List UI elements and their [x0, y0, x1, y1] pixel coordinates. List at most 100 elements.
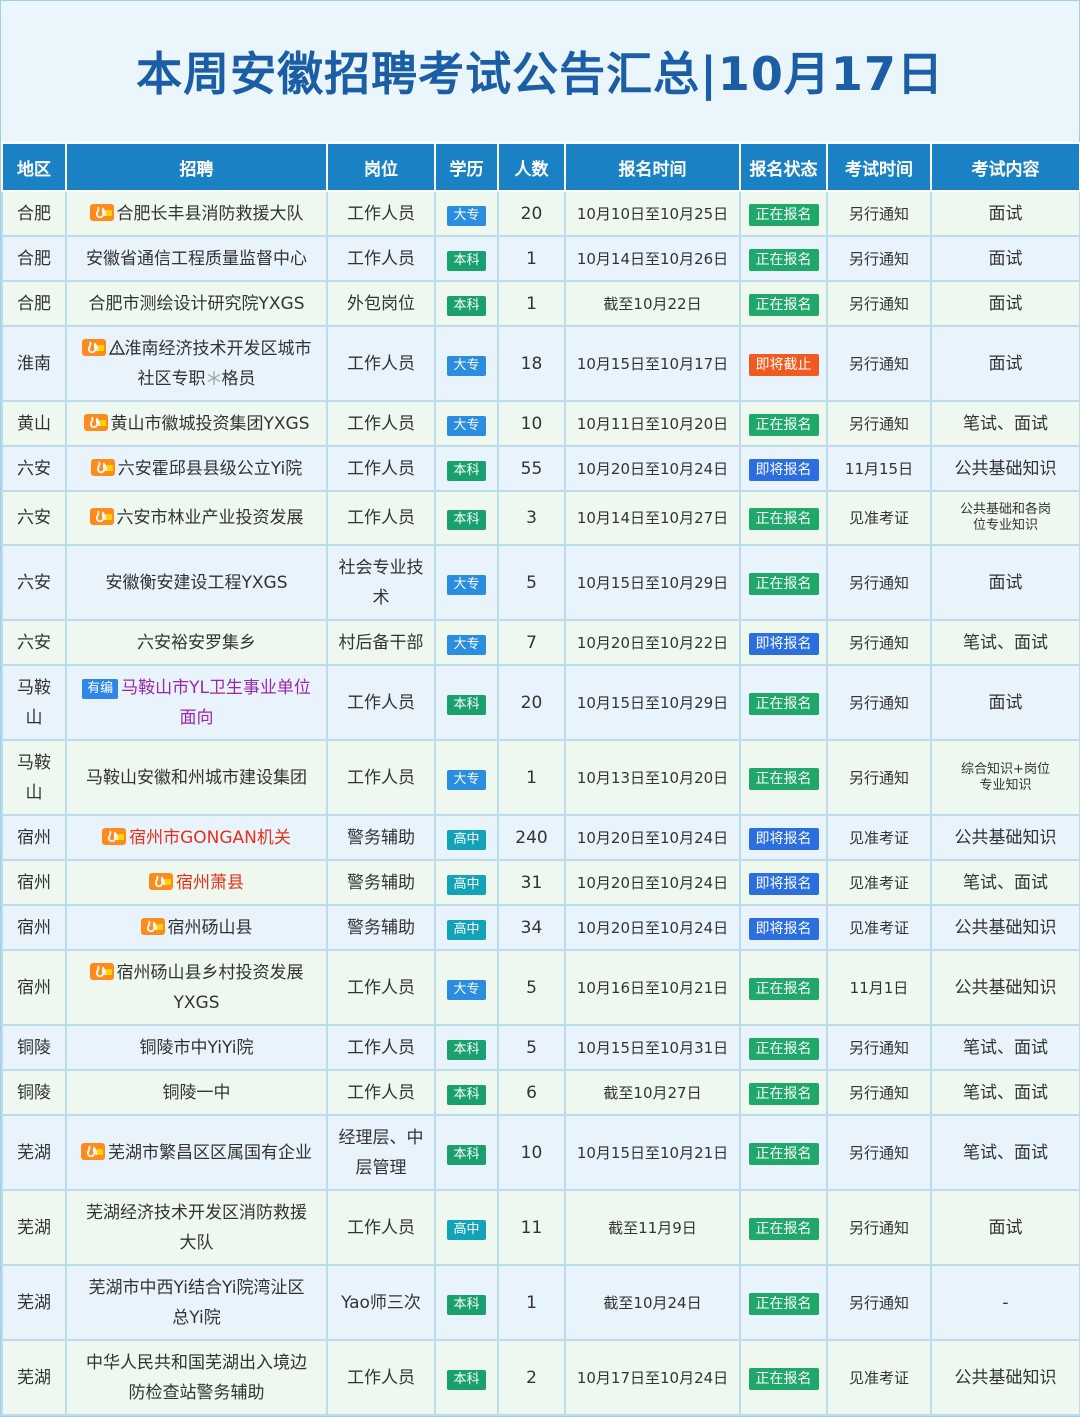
cell-count: 2: [497, 1339, 566, 1416]
cell-reg-time: 10月10日至10月25日: [564, 190, 741, 237]
table-header-row: 地区 招聘 岗位 学历 人数 报名时间 报名状态 考试时间 考试内容: [1, 142, 1080, 192]
cell-position: 工作人员: [326, 949, 436, 1026]
cell-reg-time: 10月20日至10月24日: [564, 445, 741, 492]
recruit-name: 中华人民共和国芜湖出入境边: [86, 1352, 307, 1373]
region-text: 宿州: [17, 827, 51, 848]
cell-education: 大专: [434, 190, 499, 237]
cell-region: 宿州: [1, 904, 67, 951]
recruit-name: 六安市林业产业投资发展: [116, 508, 304, 528]
cell-education: 本科: [434, 1339, 499, 1416]
exam-time-text: 另行通知: [848, 1218, 909, 1237]
cell-reg-status: 即将报名: [739, 619, 828, 666]
region-text: 宿州: [17, 872, 51, 893]
cell-region: 合肥: [1, 235, 67, 282]
recruit-name-line2: 面向: [179, 707, 214, 728]
cell-recruit: 黄山市徽城投资集团YXGS: [65, 400, 328, 447]
count-text: 7: [526, 632, 537, 653]
cell-recruit: 安徽省通信工程质量监督中心: [65, 235, 328, 282]
cell-count: 55: [497, 445, 566, 492]
cell-count: 240: [497, 814, 566, 861]
exam-time-text: 另行通知: [848, 573, 909, 592]
region-text-line2: 山: [25, 707, 43, 728]
cell-reg-time: 10月14日至10月27日: [564, 490, 741, 546]
reg-time-text: 截至10月27日: [603, 1083, 702, 1102]
cell-reg-status: 即将报名: [739, 859, 828, 906]
reg-time-text: 10月20日至10月24日: [576, 918, 729, 937]
cell-recruit: 铜陵一中: [65, 1069, 328, 1116]
reg-time-text: 10月17日至10月24日: [576, 1368, 729, 1387]
education-badge: 本科: [447, 1144, 486, 1165]
position-text: 工作人员: [347, 692, 415, 713]
cell-position: 外包岗位: [326, 280, 436, 327]
cell-count: 10: [497, 400, 566, 447]
cell-reg-status: 正在报名: [739, 949, 828, 1026]
cell-region: 合肥: [1, 280, 67, 327]
fire-badge-icon: [81, 1142, 105, 1160]
warning-triangle-icon: [108, 339, 125, 355]
count-text: 5: [526, 1037, 537, 1058]
cell-region: 芜湖: [1, 1339, 67, 1416]
table-row: 六安 安徽衡安建设工程YXGS 社会专业技术大专 5 10月15日至10月29日 正在报名…: [1, 544, 1080, 621]
region-text: 铜陵: [17, 1082, 51, 1103]
cell-reg-time: 10月11日至10月20日: [564, 400, 741, 447]
recruit-name: 淮南经济技术开发区城市: [124, 338, 312, 359]
reg-time-text: 10月13日至10月20日: [576, 768, 729, 787]
cell-exam-time: 另行通知: [826, 619, 932, 666]
fire-badge-icon: [102, 827, 127, 845]
cell-region: 马鞍山: [1, 739, 67, 816]
cell-education: 本科: [434, 1114, 499, 1191]
cell-exam-time: 另行通知: [826, 190, 932, 237]
exam-time-text: 11月15日: [844, 459, 914, 478]
cell-position: 工作人员: [326, 490, 436, 546]
region-text: 六安: [17, 632, 51, 653]
cell-region: 合肥: [1, 190, 67, 237]
cell-reg-time: 10月15日至10月17日: [564, 325, 741, 402]
education-badge: 高中: [447, 919, 486, 940]
cell-education: 大专: [434, 400, 499, 447]
fire-badge-icon: [89, 962, 114, 980]
cell-exam-time: 另行通知: [826, 1264, 932, 1341]
cell-recruit: 宿州砀山县乡村投资发展 YXGS: [65, 949, 328, 1026]
cell-position: 工作人员: [326, 325, 436, 402]
cell-exam-content: 面试: [930, 235, 1080, 282]
cell-count: 18: [497, 325, 566, 402]
cell-position: 经理层、中 层管理: [326, 1114, 436, 1191]
cell-exam-time: 另行通知: [826, 664, 932, 741]
fire-badge-icon: [83, 413, 108, 431]
position-text: Yao师三次: [341, 1292, 421, 1313]
status-badge: 即将报名: [748, 458, 819, 481]
region-text: 芜湖: [17, 1292, 51, 1313]
reg-time-text: 10月11日至10月20日: [576, 414, 729, 433]
cell-education: 大专: [434, 619, 499, 666]
table-row: 芜湖 芜湖市繁昌区区属国有企业 经理层、中 层管理 本科 10 10月15日至10月21日正…: [1, 1114, 1080, 1191]
region-text: 芜湖: [17, 1217, 51, 1238]
education-badge: 本科: [447, 1369, 486, 1390]
table-row: 芜湖 芜湖市中西Yi结合Yi院湾沚区 总Yi院 Yao师三次 本科 1 截至10月24日 正在…: [1, 1264, 1080, 1341]
region-text: 宿州: [17, 917, 51, 938]
cell-reg-time: 10月15日至10月29日: [564, 664, 741, 741]
count-text: 6: [526, 1082, 537, 1103]
cell-recruit: 安徽衡安建设工程YXGS: [65, 544, 328, 621]
exam-content-text: 综合知识+岗位: [961, 761, 1050, 777]
cell-recruit: 六安市林业产业投资发展: [65, 490, 328, 546]
position-text: 社会专业技: [338, 557, 424, 578]
exam-content-text: 公共基础知识: [954, 1367, 1057, 1388]
cell-education: 大专: [434, 949, 499, 1026]
region-text: 芜湖: [17, 1367, 51, 1388]
status-badge: 正在报名: [748, 1142, 819, 1165]
count-text: 31: [520, 872, 543, 893]
header-count: 人数: [497, 142, 566, 192]
cell-reg-time: 10月17日至10月24日: [564, 1339, 741, 1416]
cell-exam-time: 见准考证: [826, 859, 932, 906]
cell-region: 芜湖: [1, 1189, 67, 1266]
cell-recruit: 合肥市测绘设计研究院YXGS: [65, 280, 328, 327]
cell-reg-status: 即将报名: [739, 814, 828, 861]
position-text: 工作人员: [347, 1037, 415, 1058]
exam-content-text: 笔试、面试: [963, 413, 1048, 434]
cell-education: 大专: [434, 544, 499, 621]
fire-badge-icon: [90, 458, 115, 476]
cell-exam-content: 面试: [930, 544, 1080, 621]
position-text: 工作人员: [347, 767, 415, 788]
cell-reg-time: 10月16日至10月21日: [564, 949, 741, 1026]
cell-recruit: 合肥长丰县消防救援大队: [65, 190, 328, 237]
